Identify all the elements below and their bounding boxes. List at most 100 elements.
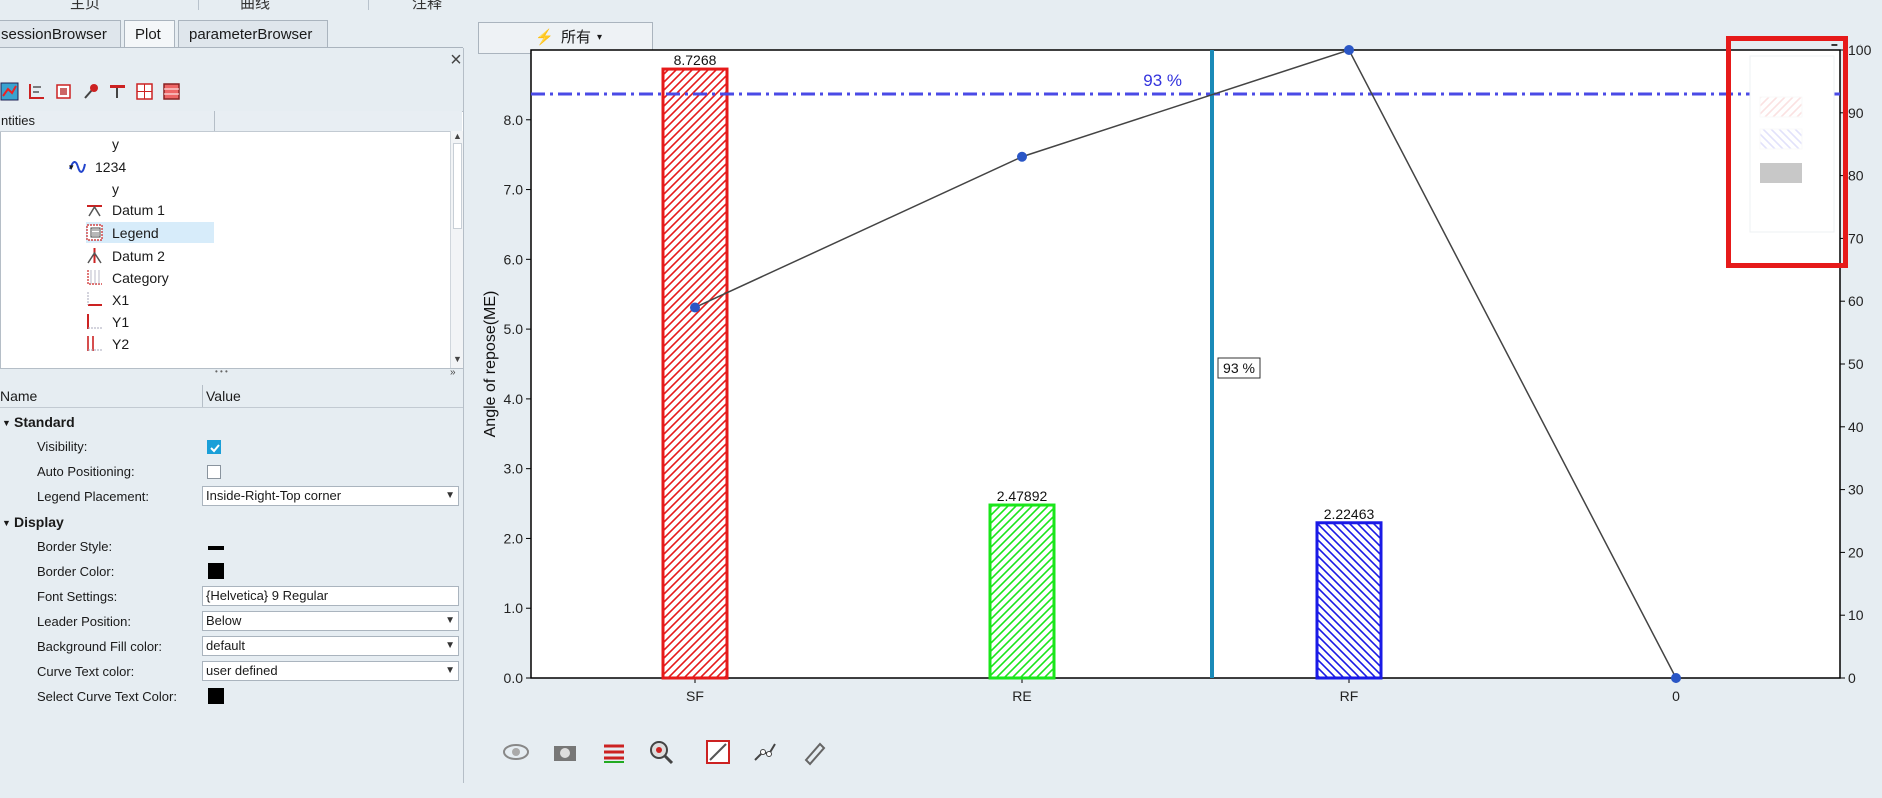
tree-item[interactable]: 1234 [95,157,126,177]
tree-item[interactable]: y [112,179,119,199]
chart[interactable]: 0.0 1.0 2.0 3.0 4.0 5.0 6.0 7.0 8.0 0 10 20 30 40 50 60… [478,44,1882,724]
curve-text-select[interactable]: user defined ▼ [202,661,459,681]
menu-home[interactable]: 主页 [70,0,100,13]
header-icon[interactable] [108,82,127,101]
y-axis-label: Angle of repose(ME) [482,291,499,438]
scroll-up-icon[interactable]: ▲ [453,131,462,141]
checkmark-icon [210,444,220,453]
zoom-icon[interactable] [647,738,675,766]
curve-text-value: user defined [206,663,278,678]
plot-view-icon[interactable] [0,82,19,101]
curve-text-color-swatch[interactable] [208,688,224,704]
leader-position-select[interactable]: Below ▼ [202,611,459,631]
legend-placement-label: Legend Placement: [37,489,150,504]
tab-plot[interactable]: Plot [124,20,175,47]
section-display[interactable]: Display [14,514,64,530]
bg-fill-value: default [206,638,246,653]
expand-display-icon[interactable]: ▼ [2,518,11,528]
tree-item[interactable]: Legend [112,223,159,243]
tree-item[interactable]: Category [112,268,169,288]
x-tick-label: 0 [1672,688,1680,704]
tab-session-browser[interactable]: sessionBrowser [0,20,121,47]
visibility-label: Visibility: [37,439,88,454]
col-value-header: Value [206,388,241,404]
grid-icon[interactable] [135,82,154,101]
font-settings-field[interactable]: {Helvetica} 9 Regular [202,586,459,606]
leader-position-value: Below [206,613,242,628]
y-tick-label: 2.0 [504,530,524,546]
select-curve-text-label: Select Curve Text Color: [37,689,177,704]
y2-tick-label: 80 [1848,168,1864,184]
datum-horizontal-label: 93 % [1143,71,1182,90]
border-style-swatch[interactable] [208,546,224,550]
tree-item[interactable]: Datum 2 [112,246,165,266]
y-tick-label: 4.0 [504,391,524,407]
border-color-swatch[interactable] [208,563,224,579]
tree-header-label: ntities [1,113,35,128]
collapse-icon[interactable]: » [450,367,456,378]
menu-curves[interactable]: 曲线 [240,0,270,13]
y-tick-label: 3.0 [504,461,524,477]
curve-points-icon[interactable] [751,738,779,766]
bar [661,67,729,680]
y-axis-icon [87,314,102,329]
auto-positioning-checkbox[interactable] [207,465,221,479]
pin-icon[interactable] [81,82,100,101]
scroll-thumb[interactable] [453,143,462,229]
splitter-dots[interactable]: • • • [215,367,228,376]
entity-tree[interactable] [0,111,464,369]
y-tick-label: 1.0 [504,600,524,616]
tree-item[interactable]: y [112,134,119,154]
legend-placement-value: Inside-Right-Top corner [206,488,342,503]
bar-data-label: 8.7268 [674,52,717,68]
pencil-icon[interactable] [800,738,828,766]
section-standard[interactable]: Standard [14,414,75,430]
y2-tick-label: 20 [1848,544,1864,560]
y-tick-label: 0.0 [504,670,524,686]
camera-icon[interactable] [551,738,579,766]
y-tick-label: 8.0 [504,112,524,128]
auto-positioning-label: Auto Positioning: [37,464,135,479]
x-tick-label: SF [686,688,704,704]
font-settings-label: Font Settings: [37,589,118,604]
x-tick-label: RF [1340,688,1359,704]
datum-vertical-icon [87,248,102,264]
expand-standard-icon[interactable]: ▼ [2,418,11,428]
border-color-label: Border Color: [37,564,115,579]
y-tick-label: 7.0 [504,182,524,198]
axis-icon[interactable] [27,82,46,101]
y2-tick-label: 90 [1848,105,1864,121]
tree-item[interactable]: Datum 1 [112,200,165,220]
tab-label: parameterBrowser [189,26,313,43]
layers-icon[interactable] [600,738,628,766]
highlight-box [1726,36,1848,268]
table-icon[interactable] [162,82,181,101]
bg-fill-select[interactable]: default ▼ [202,636,459,656]
tree-scrollbar[interactable]: ▲ ▼ [450,131,464,368]
curve-text-label: Curve Text color: [37,664,135,679]
category-icon [87,270,102,285]
visibility-checkbox[interactable] [207,440,221,454]
cumulative-point [1671,673,1681,683]
page-icon[interactable] [54,82,73,101]
eye-icon[interactable] [502,738,530,766]
y2-tick-label: 40 [1848,419,1864,435]
leader-position-label: Leader Position: [37,614,131,629]
tab-label: sessionBrowser [1,26,107,43]
tree-header: ntities [0,111,462,132]
tree-item[interactable]: Y1 [112,312,129,332]
tree-item[interactable]: X1 [112,290,129,310]
fit-icon[interactable] [704,738,732,766]
cumulative-point [690,302,700,313]
menu-annotation[interactable]: 注释 [412,0,442,13]
y2-tick-label: 0 [1848,670,1856,686]
tab-parameter-browser[interactable]: parameterBrowser [178,20,328,47]
y2-tick-label: 30 [1848,482,1864,498]
expand-icon[interactable]: ▾ [69,162,74,173]
legend-placement-select[interactable]: Inside-Right-Top corner ▼ [202,486,459,506]
y2-axis-icon [87,336,102,351]
scroll-down-icon[interactable]: ▼ [453,354,462,364]
tree-item[interactable]: Y2 [112,334,129,354]
col-name-header: Name [0,388,38,404]
y2-tick-label: 10 [1848,607,1864,623]
